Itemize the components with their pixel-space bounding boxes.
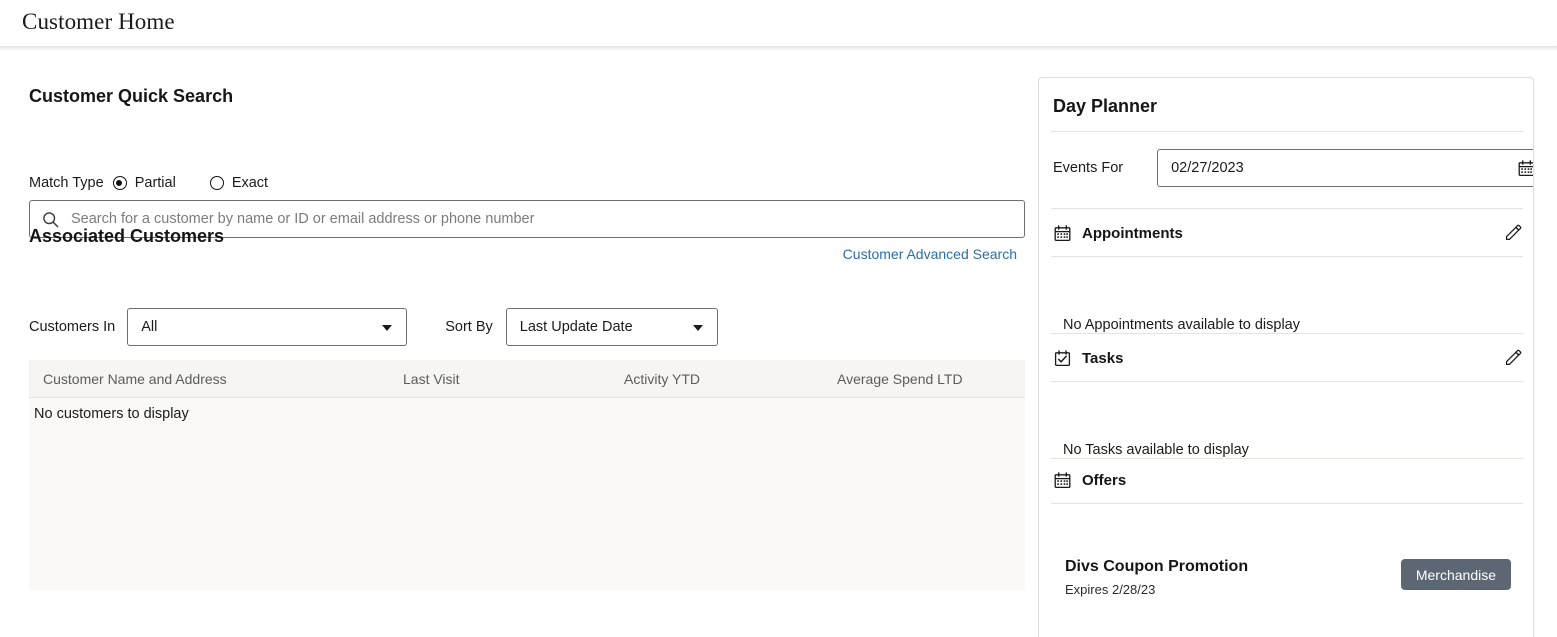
edit-tasks-pencil-icon[interactable] [1503, 348, 1523, 368]
match-type-partial-radio[interactable]: Partial [112, 175, 176, 191]
events-for-row: Events For 02/27/2023 [1053, 149, 1533, 187]
customer-advanced-search-link[interactable]: Customer Advanced Search [843, 246, 1017, 262]
planner-section-label-offers: Offers [1082, 471, 1127, 489]
chevron-down-icon [382, 325, 393, 331]
match-type-exact-label: Exact [231, 175, 269, 191]
associated-customers-table: Customer Name and Address Last Visit Act… [29, 360, 1025, 590]
page-body: Customer Quick Search Match Type Partial… [0, 48, 1557, 637]
day-planner-card: Day Planner Events For 02/27/2023 Appoin… [1038, 77, 1534, 637]
divider [1051, 458, 1523, 459]
planner-section-label-appointments: Appointments [1082, 224, 1183, 242]
customers-in-value: All [141, 319, 158, 335]
task-checklist-icon [1053, 349, 1071, 367]
associated-customers-heading: Associated Customers [29, 226, 225, 246]
page-title: Customer Home [22, 9, 175, 34]
table-header-row: Customer Name and Address Last Visit Act… [29, 360, 1025, 398]
customer-filter-row: Customers In All Sort By Last Update Dat… [29, 308, 718, 346]
edit-appointments-pencil-icon[interactable] [1503, 223, 1523, 243]
chevron-down-icon [692, 325, 703, 331]
column-header-average-spend-ltd[interactable]: Average Spend LTD [837, 371, 963, 387]
calendar-icon [1053, 471, 1071, 489]
customers-in-select[interactable]: All [127, 308, 408, 346]
customers-in-label: Customers In [29, 319, 116, 335]
events-for-date-field[interactable]: 02/27/2023 [1157, 149, 1533, 187]
radio-indicator-partial [112, 176, 127, 190]
column-header-activity-ytd[interactable]: Activity YTD [624, 371, 700, 387]
planner-section-tasks: Tasks [1053, 347, 1523, 369]
calendar-icon [1053, 224, 1071, 242]
quick-search-heading: Customer Quick Search [29, 86, 234, 106]
column-header-last-visit[interactable]: Last Visit [403, 371, 460, 387]
table-empty-message: No customers to display [34, 406, 189, 422]
planner-section-appointments: Appointments [1053, 222, 1523, 244]
divider [1051, 208, 1523, 209]
match-type-partial-label: Partial [134, 175, 176, 191]
divider [1051, 256, 1523, 257]
sort-by-select[interactable]: Last Update Date [505, 308, 718, 346]
offer-list-item[interactable]: Divs Coupon Promotion Expires 2/28/23 Me… [1053, 558, 1523, 610]
match-type-exact-radio[interactable]: Exact [209, 175, 269, 191]
divider [1051, 503, 1523, 504]
column-header-customer-name[interactable]: Customer Name and Address [43, 371, 227, 387]
search-icon [42, 211, 59, 228]
divider [1051, 381, 1523, 382]
match-type-label: Match Type [29, 175, 104, 191]
divider [1051, 131, 1523, 132]
offer-category-badge[interactable]: Merchandise [1400, 559, 1511, 590]
planner-section-label-tasks: Tasks [1082, 349, 1124, 367]
sort-by-value: Last Update Date [519, 319, 633, 335]
left-column: Customer Quick Search Match Type Partial… [0, 48, 1028, 590]
sort-by-label: Sort By [445, 319, 493, 335]
planner-section-offers: Offers [1053, 469, 1523, 491]
events-for-label: Events For [1053, 160, 1124, 176]
divider [1051, 333, 1523, 334]
tasks-empty-message: No Tasks available to display [1063, 442, 1249, 458]
day-planner-title: Day Planner [1053, 96, 1158, 116]
calendar-icon[interactable] [1517, 159, 1533, 177]
radio-indicator-exact [209, 176, 224, 190]
offer-name: Divs Coupon Promotion [1065, 558, 1249, 575]
appointments-empty-message: No Appointments available to display [1063, 317, 1300, 333]
app-header: Customer Home [0, 0, 1557, 47]
events-for-date-value: 02/27/2023 [1171, 160, 1244, 176]
match-type-row: Match Type Partial Exact [29, 173, 268, 193]
